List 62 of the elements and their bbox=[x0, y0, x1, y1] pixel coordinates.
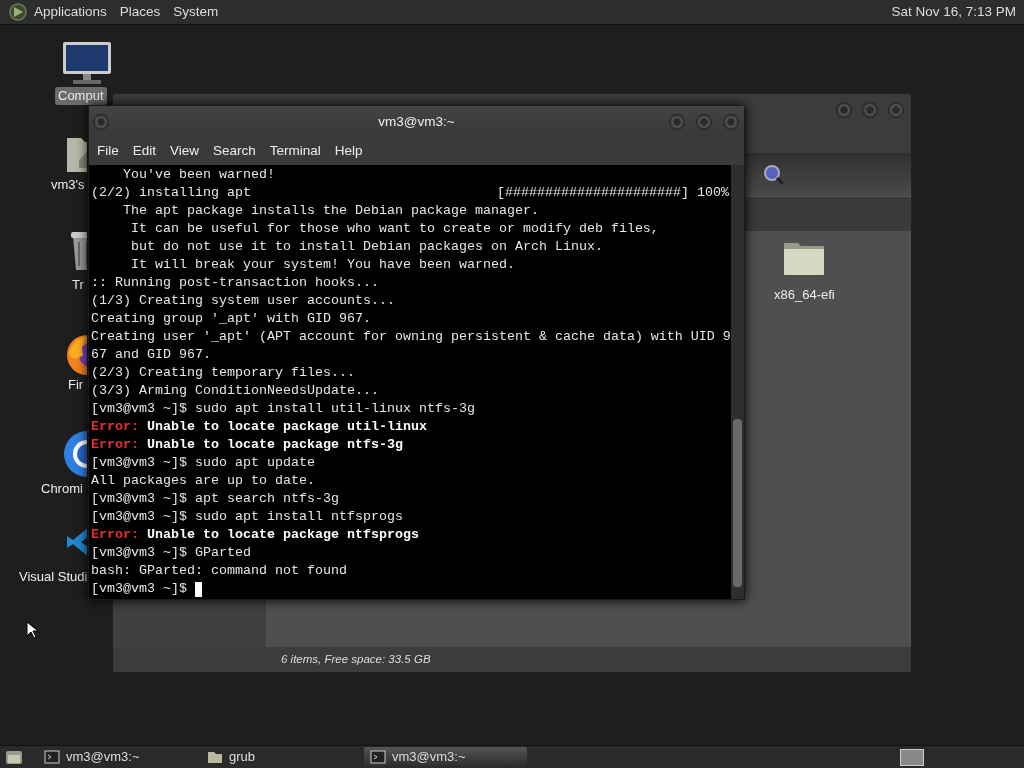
panel-menu[interactable]: System bbox=[173, 1, 219, 23]
terminal-line: The apt package installs the Debian package manager. bbox=[122, 202, 539, 220]
error-message: Unable to locate package ntfsprogs bbox=[147, 526, 419, 544]
status-text: 6 items, Free space: 33.5 GB bbox=[281, 651, 431, 667]
terminal-line: Creating group '_apt' with GID 967. bbox=[91, 310, 371, 328]
desktop-icon-label[interactable]: Visual Studi bbox=[16, 568, 91, 586]
terminal-line: :: Running post-transaction hooks... bbox=[91, 274, 379, 292]
terminal-line: bash: GParted: command not found bbox=[91, 562, 347, 580]
workspace-switcher[interactable] bbox=[900, 748, 924, 766]
search-icon[interactable] bbox=[763, 163, 785, 186]
menu-item[interactable]: Terminal bbox=[269, 141, 329, 162]
terminal-line: All packages are up to date. bbox=[91, 472, 315, 490]
terminal-icon bbox=[370, 750, 386, 764]
terminal-line: It can be useful for those who want to create or modify deb files, bbox=[130, 220, 659, 238]
desktop-icon-label[interactable]: Fir bbox=[65, 376, 87, 394]
menu-item[interactable]: Help bbox=[334, 141, 371, 162]
folder-name[interactable]: x86_64-efi bbox=[774, 285, 835, 305]
terminal-line: [vm3@vm3 ~]$ GParted bbox=[91, 544, 251, 562]
progress-percent: 100% bbox=[697, 184, 729, 202]
error-label: Error: bbox=[91, 418, 139, 436]
pointer-icon bbox=[26, 621, 39, 639]
terminal-line: (3/3) Arming ConditionNeedsUpdate... bbox=[91, 382, 379, 400]
computer-icon[interactable] bbox=[61, 40, 113, 86]
terminal-line: (1/3) Creating system user accounts... bbox=[91, 292, 395, 310]
progress-bar-text: [######################] bbox=[497, 184, 689, 202]
terminal-line: You've been warned! bbox=[122, 166, 275, 184]
show-desktop-icon[interactable] bbox=[4, 748, 24, 766]
terminal-prompt: [vm3@vm3 ~]$ bbox=[91, 580, 188, 598]
terminal-line: but do not use it to install Debian packages on Arch Linux. bbox=[130, 238, 603, 256]
desktop-icon-label[interactable]: vm3's bbox=[48, 176, 88, 194]
error-message: Unable to locate package ntfs-3g bbox=[147, 436, 403, 454]
terminal-line: (2/2) installing apt bbox=[91, 184, 251, 202]
desktop-icon-label[interactable]: Tr bbox=[69, 276, 87, 294]
error-message: Unable to locate package util-linux bbox=[147, 418, 427, 436]
scrollbar[interactable] bbox=[731, 165, 744, 599]
taskbar-button[interactable]: vm3@vm3:~ bbox=[38, 746, 201, 768]
menu-item[interactable]: Search bbox=[213, 141, 264, 162]
terminal-line: [vm3@vm3 ~]$ sudo apt install ntfsprogs bbox=[91, 508, 403, 526]
text-cursor bbox=[195, 582, 202, 597]
desktop-icon-label[interactable]: Comput bbox=[55, 87, 107, 105]
terminal-icon bbox=[44, 750, 60, 764]
window-title: vm3@vm3:~ bbox=[378, 112, 455, 131]
menu-item[interactable]: File bbox=[97, 141, 127, 162]
panel-menu[interactable]: Places bbox=[119, 1, 161, 23]
menu-item[interactable]: View bbox=[170, 141, 208, 162]
menu-item[interactable]: Edit bbox=[132, 141, 165, 162]
desktop-icon-label[interactable]: Chromi bbox=[38, 480, 86, 498]
clock[interactable]: Sat Nov 16, 7:13 PM bbox=[891, 1, 1016, 23]
folder-icon bbox=[207, 750, 223, 764]
error-label: Error: bbox=[91, 436, 139, 454]
taskbar-button[interactable]: vm3@vm3:~ bbox=[364, 746, 527, 768]
terminal-line: [vm3@vm3 ~]$ sudo apt update bbox=[91, 454, 315, 472]
taskbar-button[interactable]: grub bbox=[201, 746, 364, 768]
terminal-line: It will break your system! You have been warned. bbox=[130, 256, 515, 274]
terminal-line: (2/3) Creating temporary files... bbox=[91, 364, 355, 382]
terminal-line: 67 and GID 967. bbox=[91, 346, 211, 364]
terminal-line: Creating user '_apt' (APT account for owning persistent & cache data) with UID 9 bbox=[91, 328, 731, 346]
panel-menu[interactable]: Applications bbox=[34, 1, 107, 23]
terminal-line: [vm3@vm3 ~]$ apt search ntfs-3g bbox=[91, 490, 339, 508]
terminal-line: [vm3@vm3 ~]$ sudo apt install util-linux ntfs-3g bbox=[91, 400, 475, 418]
error-label: Error: bbox=[91, 526, 139, 544]
logo-icon[interactable] bbox=[8, 2, 28, 22]
